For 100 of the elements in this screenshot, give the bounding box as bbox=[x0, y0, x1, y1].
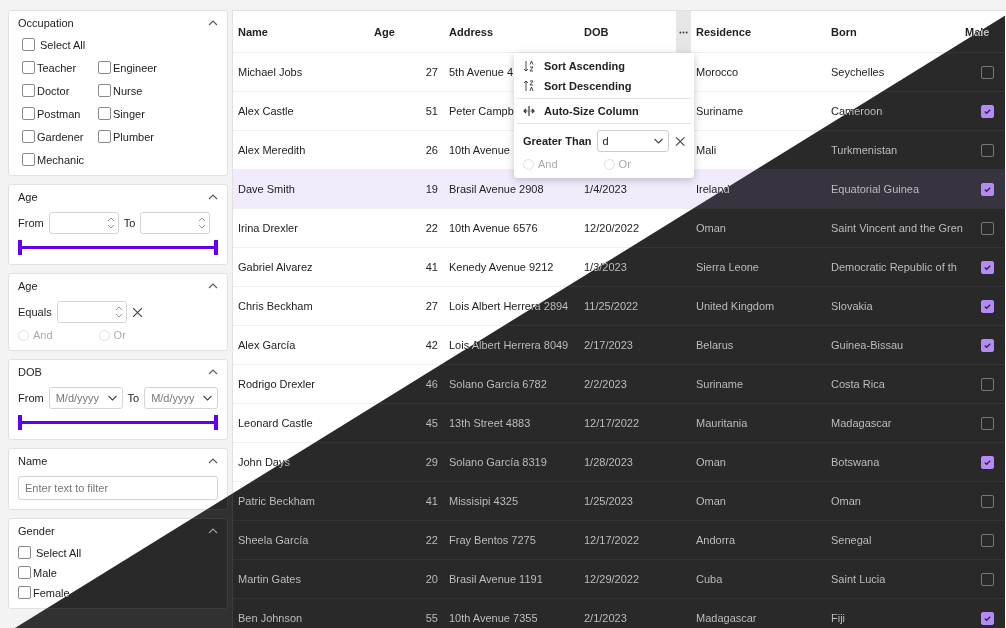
checkbox[interactable] bbox=[18, 586, 31, 599]
close-icon[interactable] bbox=[674, 135, 685, 147]
checkbox-label: Postman bbox=[37, 107, 81, 120]
checkbox-label: Doctor bbox=[37, 84, 70, 97]
checkbox[interactable] bbox=[22, 107, 35, 120]
text-filter-field[interactable]: Enter text to filter bbox=[18, 476, 218, 500]
checkbox-label: Teacher bbox=[37, 61, 77, 74]
chevron-up-icon[interactable] bbox=[208, 369, 218, 375]
table-cell: Lois Albert Herrera 8049 bbox=[449, 339, 569, 351]
table-cell: Ben Johnson bbox=[238, 612, 303, 624]
spinner-arrows-icon[interactable] bbox=[198, 216, 207, 230]
grid-row[interactable]: Patric Beckham 41 Missisipi 4325 1/25/2023 Oman Oman bbox=[233, 482, 1006, 521]
table-cell: 10th Avenue 6576 bbox=[449, 222, 538, 234]
grid-row[interactable]: Irina Drexler 22 10th Avenue 6576 12/20/2022 Oman Saint Vincent and the Gren bbox=[233, 209, 1006, 248]
menu-item[interactable]: Sort Ascending bbox=[517, 56, 691, 76]
filter-title: DOB bbox=[18, 366, 42, 378]
column-header[interactable]: Residence bbox=[691, 26, 826, 38]
date-picker[interactable]: M/d/yyyy bbox=[144, 387, 218, 409]
number-input[interactable] bbox=[140, 212, 211, 234]
spinner-arrows-icon[interactable] bbox=[114, 305, 123, 319]
from-label: From bbox=[18, 217, 44, 229]
table-cell: Fiji bbox=[831, 612, 846, 624]
table-cell: 22 bbox=[425, 222, 438, 234]
chevron-up-icon[interactable] bbox=[208, 20, 218, 26]
checkbox-label: Mechanic bbox=[37, 153, 85, 166]
checkbox[interactable] bbox=[981, 533, 994, 547]
column-header[interactable]: Address bbox=[444, 26, 579, 38]
filter-title: Age bbox=[18, 280, 38, 292]
filter-title: Name bbox=[18, 455, 48, 467]
column-header[interactable]: Name bbox=[233, 26, 371, 38]
table-cell: Alex García bbox=[238, 339, 296, 351]
condition-combobox[interactable]: d bbox=[597, 130, 669, 152]
check-icon bbox=[983, 457, 992, 467]
table-cell: 41 bbox=[425, 495, 438, 507]
table-cell: Ireland bbox=[696, 183, 730, 195]
checkbox[interactable] bbox=[981, 299, 994, 313]
checkbox[interactable] bbox=[981, 377, 994, 391]
table-cell: 12/17/2022 bbox=[584, 417, 640, 429]
table-cell: United Kingdom bbox=[696, 300, 775, 312]
checkbox[interactable] bbox=[22, 38, 35, 51]
column-header[interactable]: Born bbox=[826, 26, 960, 38]
grid-row[interactable]: Rodrigo Drexler 46 Solano García 6782 2/2/2023 Suriname Costa Rica bbox=[233, 365, 1006, 404]
checkbox[interactable] bbox=[22, 153, 35, 166]
checkbox[interactable] bbox=[22, 84, 35, 97]
chevron-up-icon[interactable] bbox=[208, 194, 218, 200]
table-cell: 29 bbox=[425, 456, 438, 468]
grid-row[interactable]: Leonard Castle 45 13th Street 4883 12/17/2022 Mauritania Madagascar bbox=[233, 404, 1006, 443]
checkbox[interactable] bbox=[98, 84, 111, 97]
number-input[interactable] bbox=[56, 301, 127, 323]
table-cell: Solano García 8319 bbox=[449, 456, 547, 468]
table-cell: Saint Vincent and the Gren bbox=[831, 222, 963, 234]
checkbox[interactable] bbox=[981, 338, 994, 352]
selected-grid-row[interactable]: Dave Smith 19 Brasil Avenue 2908 1/4/2023 Ireland Equatorial Guinea bbox=[233, 170, 1006, 209]
table-cell: 5th Avenue 4 bbox=[449, 66, 514, 78]
checkbox[interactable] bbox=[18, 546, 31, 559]
checkbox[interactable] bbox=[18, 566, 31, 579]
check-icon bbox=[983, 184, 992, 194]
checkbox[interactable] bbox=[22, 61, 35, 74]
number-input[interactable] bbox=[48, 212, 119, 234]
grid-row[interactable]: Sheela García 22 Fray Bentos 7275 12/17/2022 Andorra Senegal bbox=[233, 521, 1006, 560]
checkbox[interactable] bbox=[981, 416, 994, 430]
checkbox[interactable] bbox=[981, 143, 994, 157]
filter-title: Gender bbox=[18, 525, 55, 537]
table-cell: 27 bbox=[425, 300, 438, 312]
column-header[interactable]: DOB bbox=[579, 26, 676, 38]
table-cell: Patric Beckham bbox=[238, 495, 316, 507]
checkbox-label: Select All bbox=[40, 38, 86, 51]
checkbox[interactable] bbox=[98, 130, 111, 143]
checkbox[interactable] bbox=[981, 182, 994, 196]
spinner-arrows-icon[interactable] bbox=[106, 216, 115, 230]
grid-row[interactable]: Ben Johnson 55 10th Avenue 7355 2/1/2023 Madagascar Fiji bbox=[233, 599, 1006, 628]
close-icon[interactable] bbox=[131, 306, 143, 318]
menu-item[interactable]: Auto-Size Column bbox=[517, 101, 691, 121]
checkbox[interactable] bbox=[981, 65, 994, 79]
checkbox[interactable] bbox=[981, 221, 994, 235]
checkbox[interactable] bbox=[981, 104, 994, 118]
checkbox[interactable] bbox=[981, 260, 994, 274]
checkbox[interactable] bbox=[981, 455, 994, 469]
table-cell: Andorra bbox=[696, 534, 736, 546]
checkbox[interactable] bbox=[981, 572, 994, 586]
filter-title: Age bbox=[18, 191, 38, 203]
chevron-up-icon[interactable] bbox=[208, 458, 218, 464]
checkbox[interactable] bbox=[98, 107, 111, 120]
checkbox[interactable] bbox=[98, 61, 111, 74]
grid-row[interactable]: Alex García 42 Lois Albert Herrera 8049 2/17/2023 Belarus Guinea-Bissau bbox=[233, 326, 1006, 365]
checkbox[interactable] bbox=[981, 494, 994, 508]
checkbox[interactable] bbox=[981, 611, 994, 625]
table-cell: Cuba bbox=[696, 573, 723, 585]
checkbox[interactable] bbox=[22, 130, 35, 143]
resize-column-icon bbox=[523, 105, 535, 117]
table-cell: Costa Rica bbox=[831, 378, 885, 390]
table-cell: Turkmenistan bbox=[831, 144, 898, 156]
table-cell: 27 bbox=[425, 66, 438, 78]
date-picker[interactable]: M/d/yyyy bbox=[48, 387, 123, 409]
column-header[interactable]: Age bbox=[371, 26, 444, 38]
table-cell: Oman bbox=[696, 222, 726, 234]
chevron-up-icon[interactable] bbox=[208, 283, 218, 289]
chevron-up-icon[interactable] bbox=[208, 528, 218, 534]
grid-row[interactable]: Martin Gates 20 Brasil Avenue 1191 12/29/2022 Cuba Saint Lucia bbox=[233, 560, 1006, 599]
table-cell: Chris Beckham bbox=[238, 300, 313, 312]
